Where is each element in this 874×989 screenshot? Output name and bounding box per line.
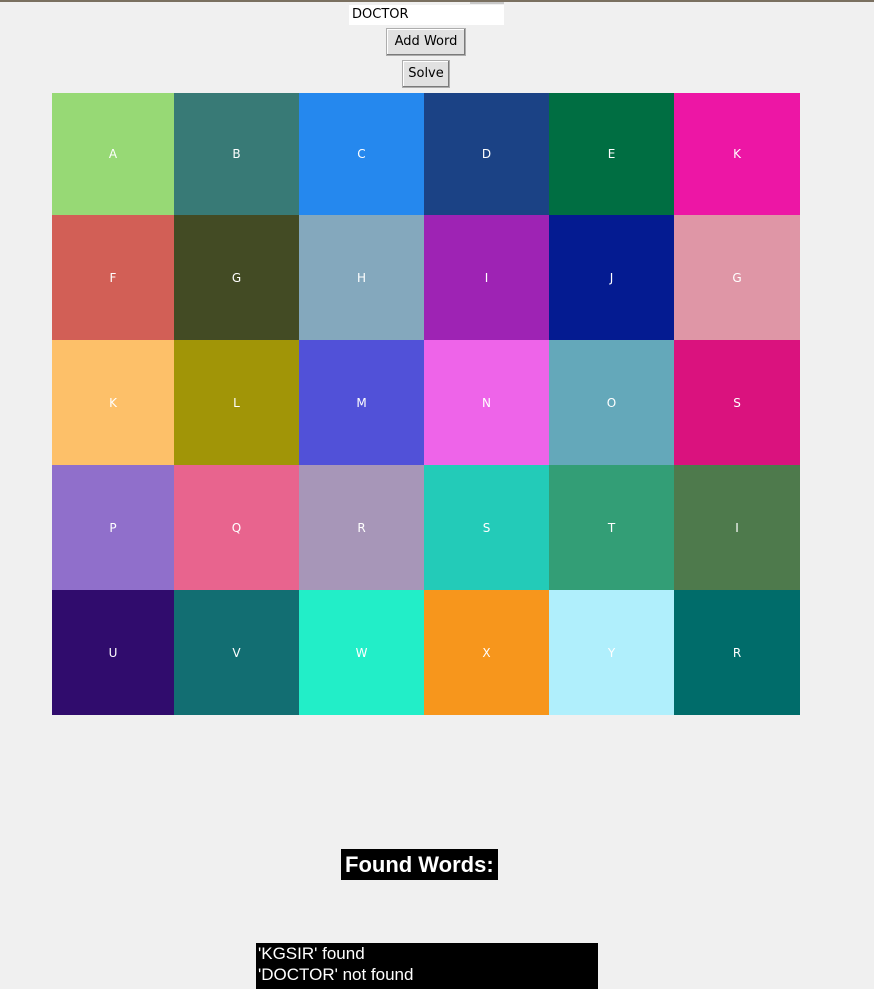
entry-edge [470,2,504,4]
grid-cell: O [549,340,674,465]
grid-cell: J [549,215,674,340]
grid-cell: D [424,93,549,215]
grid-cell: I [674,465,800,590]
result-line: 'KGSIR' found [258,944,365,963]
grid-cell: E [549,93,674,215]
grid-cell: G [174,215,299,340]
word-input[interactable] [349,5,504,25]
grid-cell: F [52,215,174,340]
found-words-title: Found Words: [341,849,498,880]
grid-cell: R [299,465,424,590]
window-top-border [0,0,874,2]
grid-cell: Y [549,590,674,715]
result-line: 'DOCTOR' not found [258,965,414,984]
grid-cell: A [52,93,174,215]
grid-cell: P [52,465,174,590]
grid-cell: Q [174,465,299,590]
add-word-button[interactable]: Add Word [386,28,466,56]
grid-cell: I [424,215,549,340]
grid-cell: L [174,340,299,465]
grid-cell: C [299,93,424,215]
letter-grid: ABCDEKFGHIJGKLMNOSPQRSTIUVWXYR [52,93,800,715]
grid-cell: X [424,590,549,715]
grid-cell: V [174,590,299,715]
grid-cell: S [424,465,549,590]
grid-cell: W [299,590,424,715]
grid-cell: H [299,215,424,340]
grid-cell: R [674,590,800,715]
results-list: 'KGSIR' found 'DOCTOR' not found [256,943,598,989]
grid-cell: K [674,93,800,215]
grid-cell: N [424,340,549,465]
grid-cell: B [174,93,299,215]
grid-cell: G [674,215,800,340]
solve-button[interactable]: Solve [402,60,450,88]
grid-cell: S [674,340,800,465]
grid-cell: T [549,465,674,590]
grid-cell: M [299,340,424,465]
grid-cell: K [52,340,174,465]
grid-cell: U [52,590,174,715]
